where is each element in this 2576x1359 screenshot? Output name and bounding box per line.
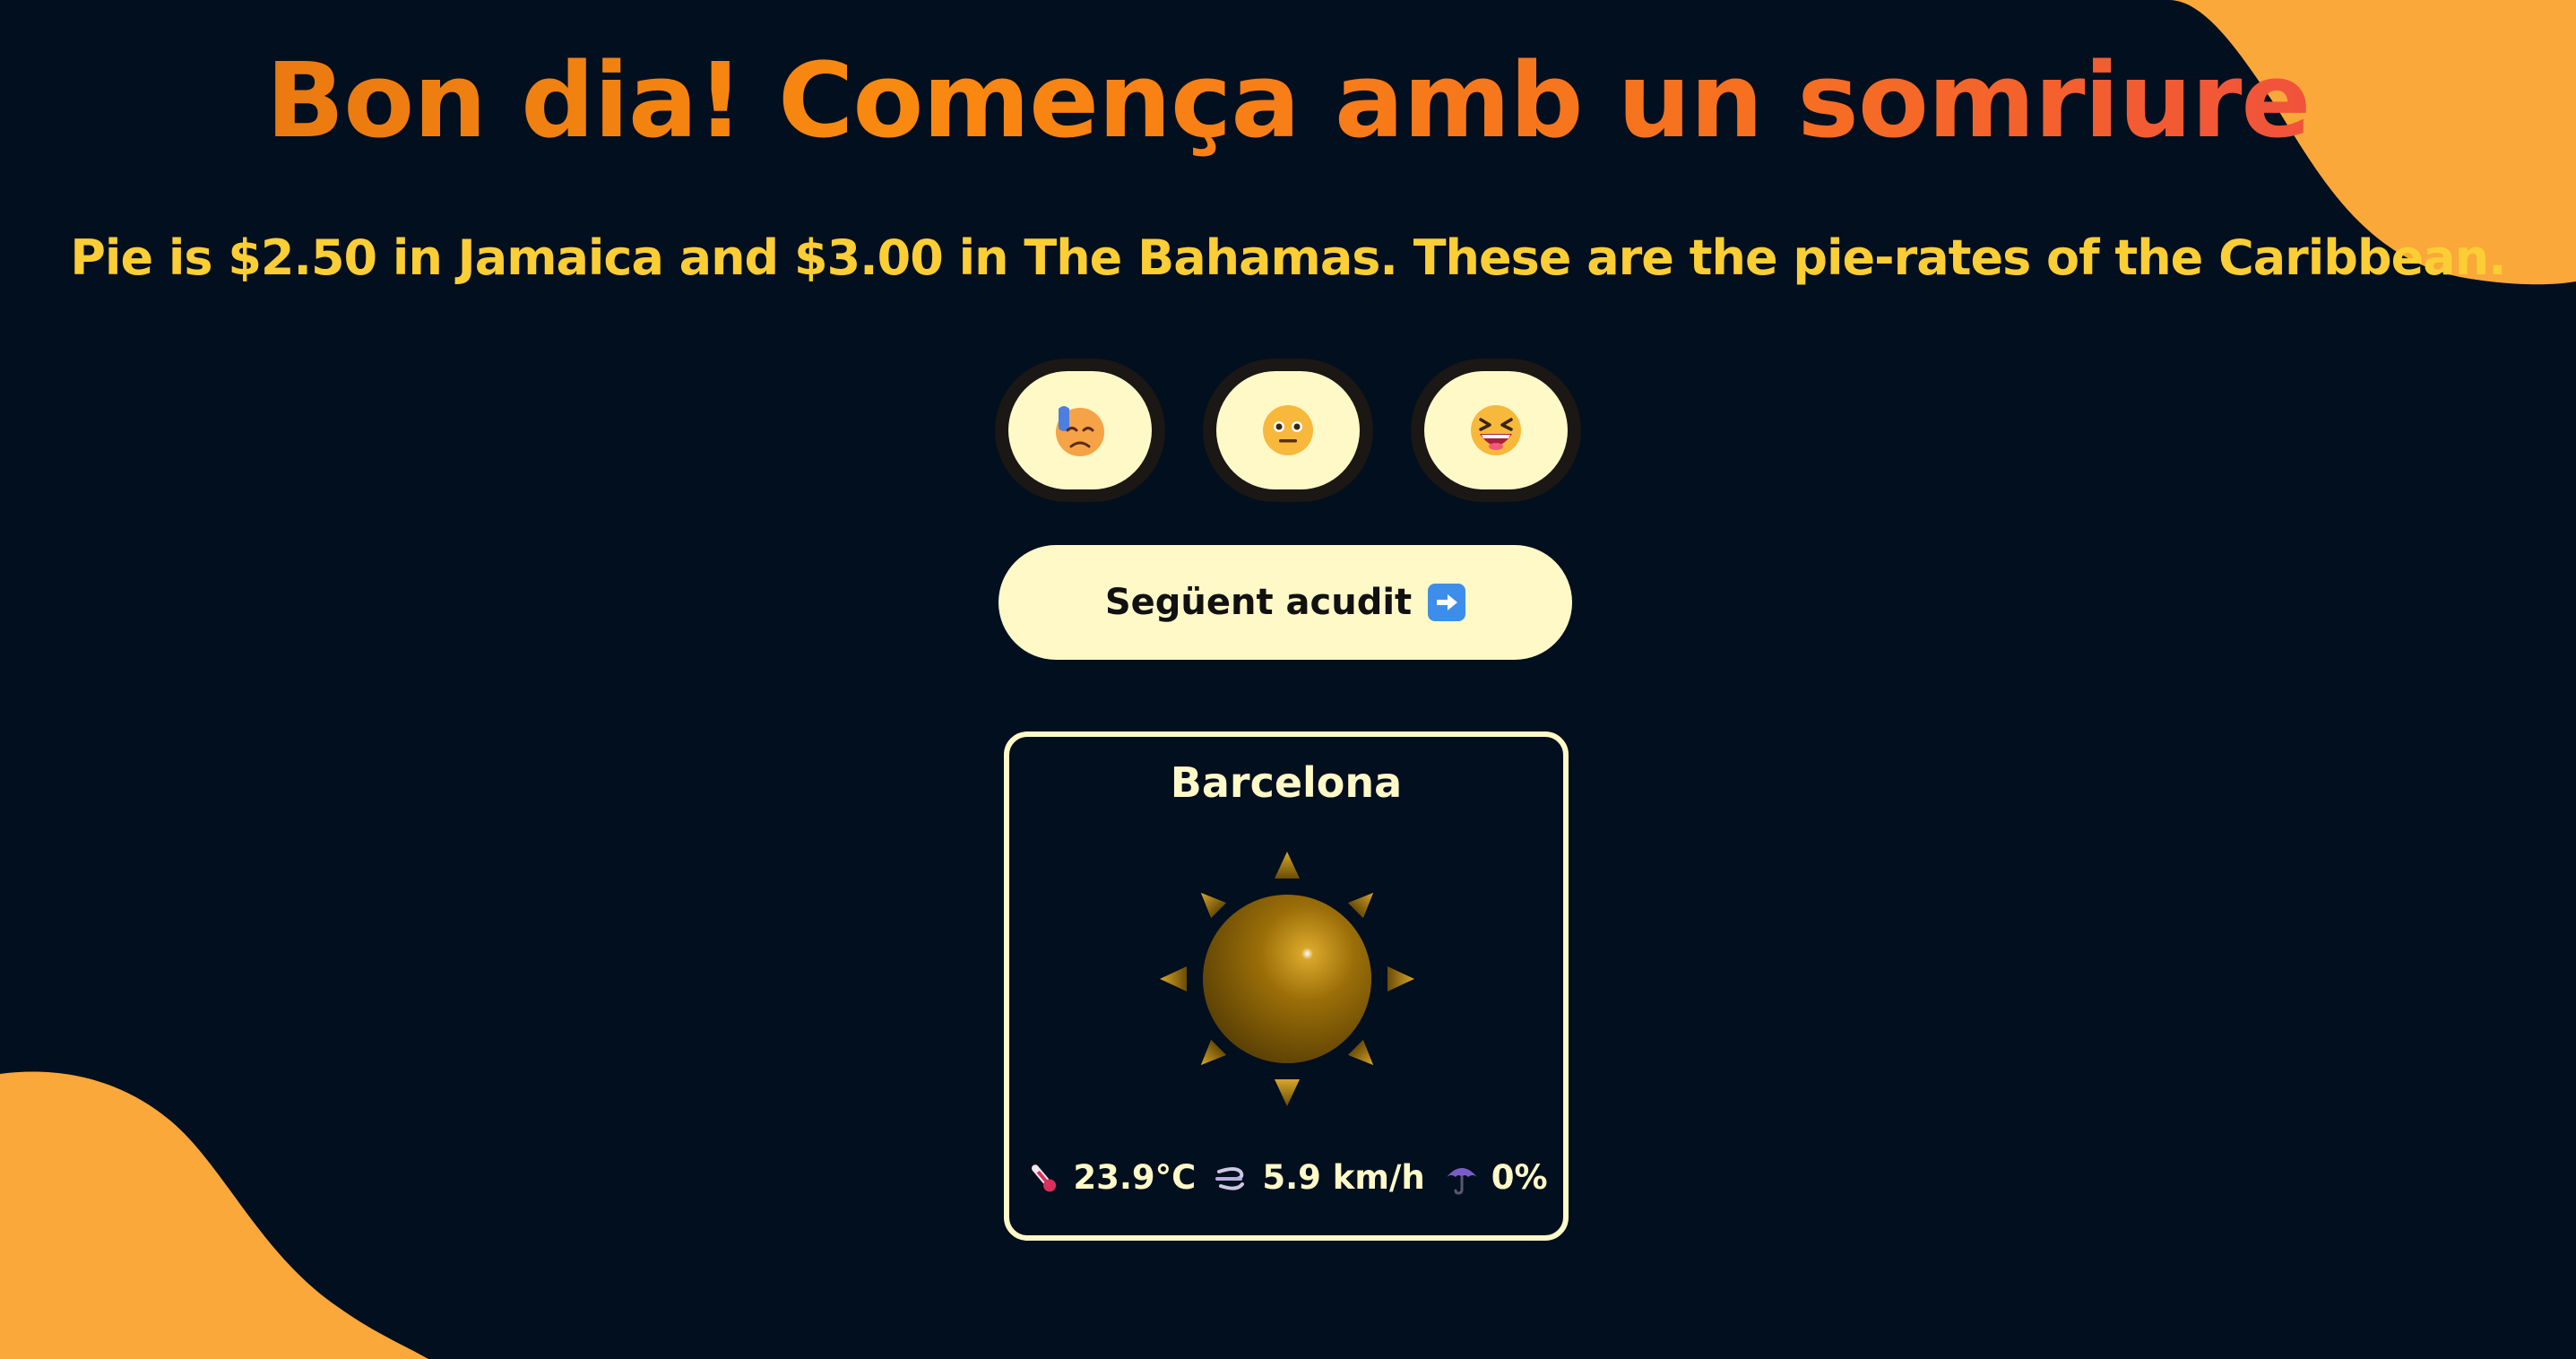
laughing-face-icon [1471,405,1521,455]
joke-text: Pie is $2.50 in Jamaica and $3.00 in The… [70,229,2506,286]
reaction-laughing-button[interactable] [1411,359,1581,502]
right-arrow-icon [1428,584,1466,621]
temperature-stat: 23.9°C [1024,1158,1196,1197]
reaction-buttons [995,359,1581,502]
weather-city: Barcelona [1170,758,1403,807]
next-joke-button[interactable]: Següent acudit [998,545,1572,660]
next-joke-label: Següent acudit [1104,582,1413,623]
temperature-value: 23.9°C [1073,1158,1197,1197]
sun-icon [1160,852,1414,1106]
page-title: Bon dia! Comença amb un somriure [0,34,2576,169]
decorative-blob-bottom-left [0,1071,428,1359]
neutral-face-icon [1263,405,1313,455]
wind-stat: 5.9 km/h [1214,1158,1425,1197]
reaction-sad-button[interactable] [995,359,1165,502]
weather-stats: 23.9°C 5.9 km/h 0% [1009,1158,1563,1197]
reaction-neutral-button[interactable] [1203,359,1373,502]
weather-card: Barcelona 23.9°C 5.9 km/h 0% [1004,731,1569,1241]
wind-icon [1215,1166,1245,1190]
umbrella-icon [1446,1167,1477,1195]
sad-sweat-face-icon [1056,406,1104,456]
thermometer-icon [1032,1164,1057,1191]
precipitation-stat: 0% [1443,1158,1548,1197]
wind-value: 5.9 km/h [1262,1158,1425,1197]
precipitation-value: 0% [1491,1158,1548,1197]
